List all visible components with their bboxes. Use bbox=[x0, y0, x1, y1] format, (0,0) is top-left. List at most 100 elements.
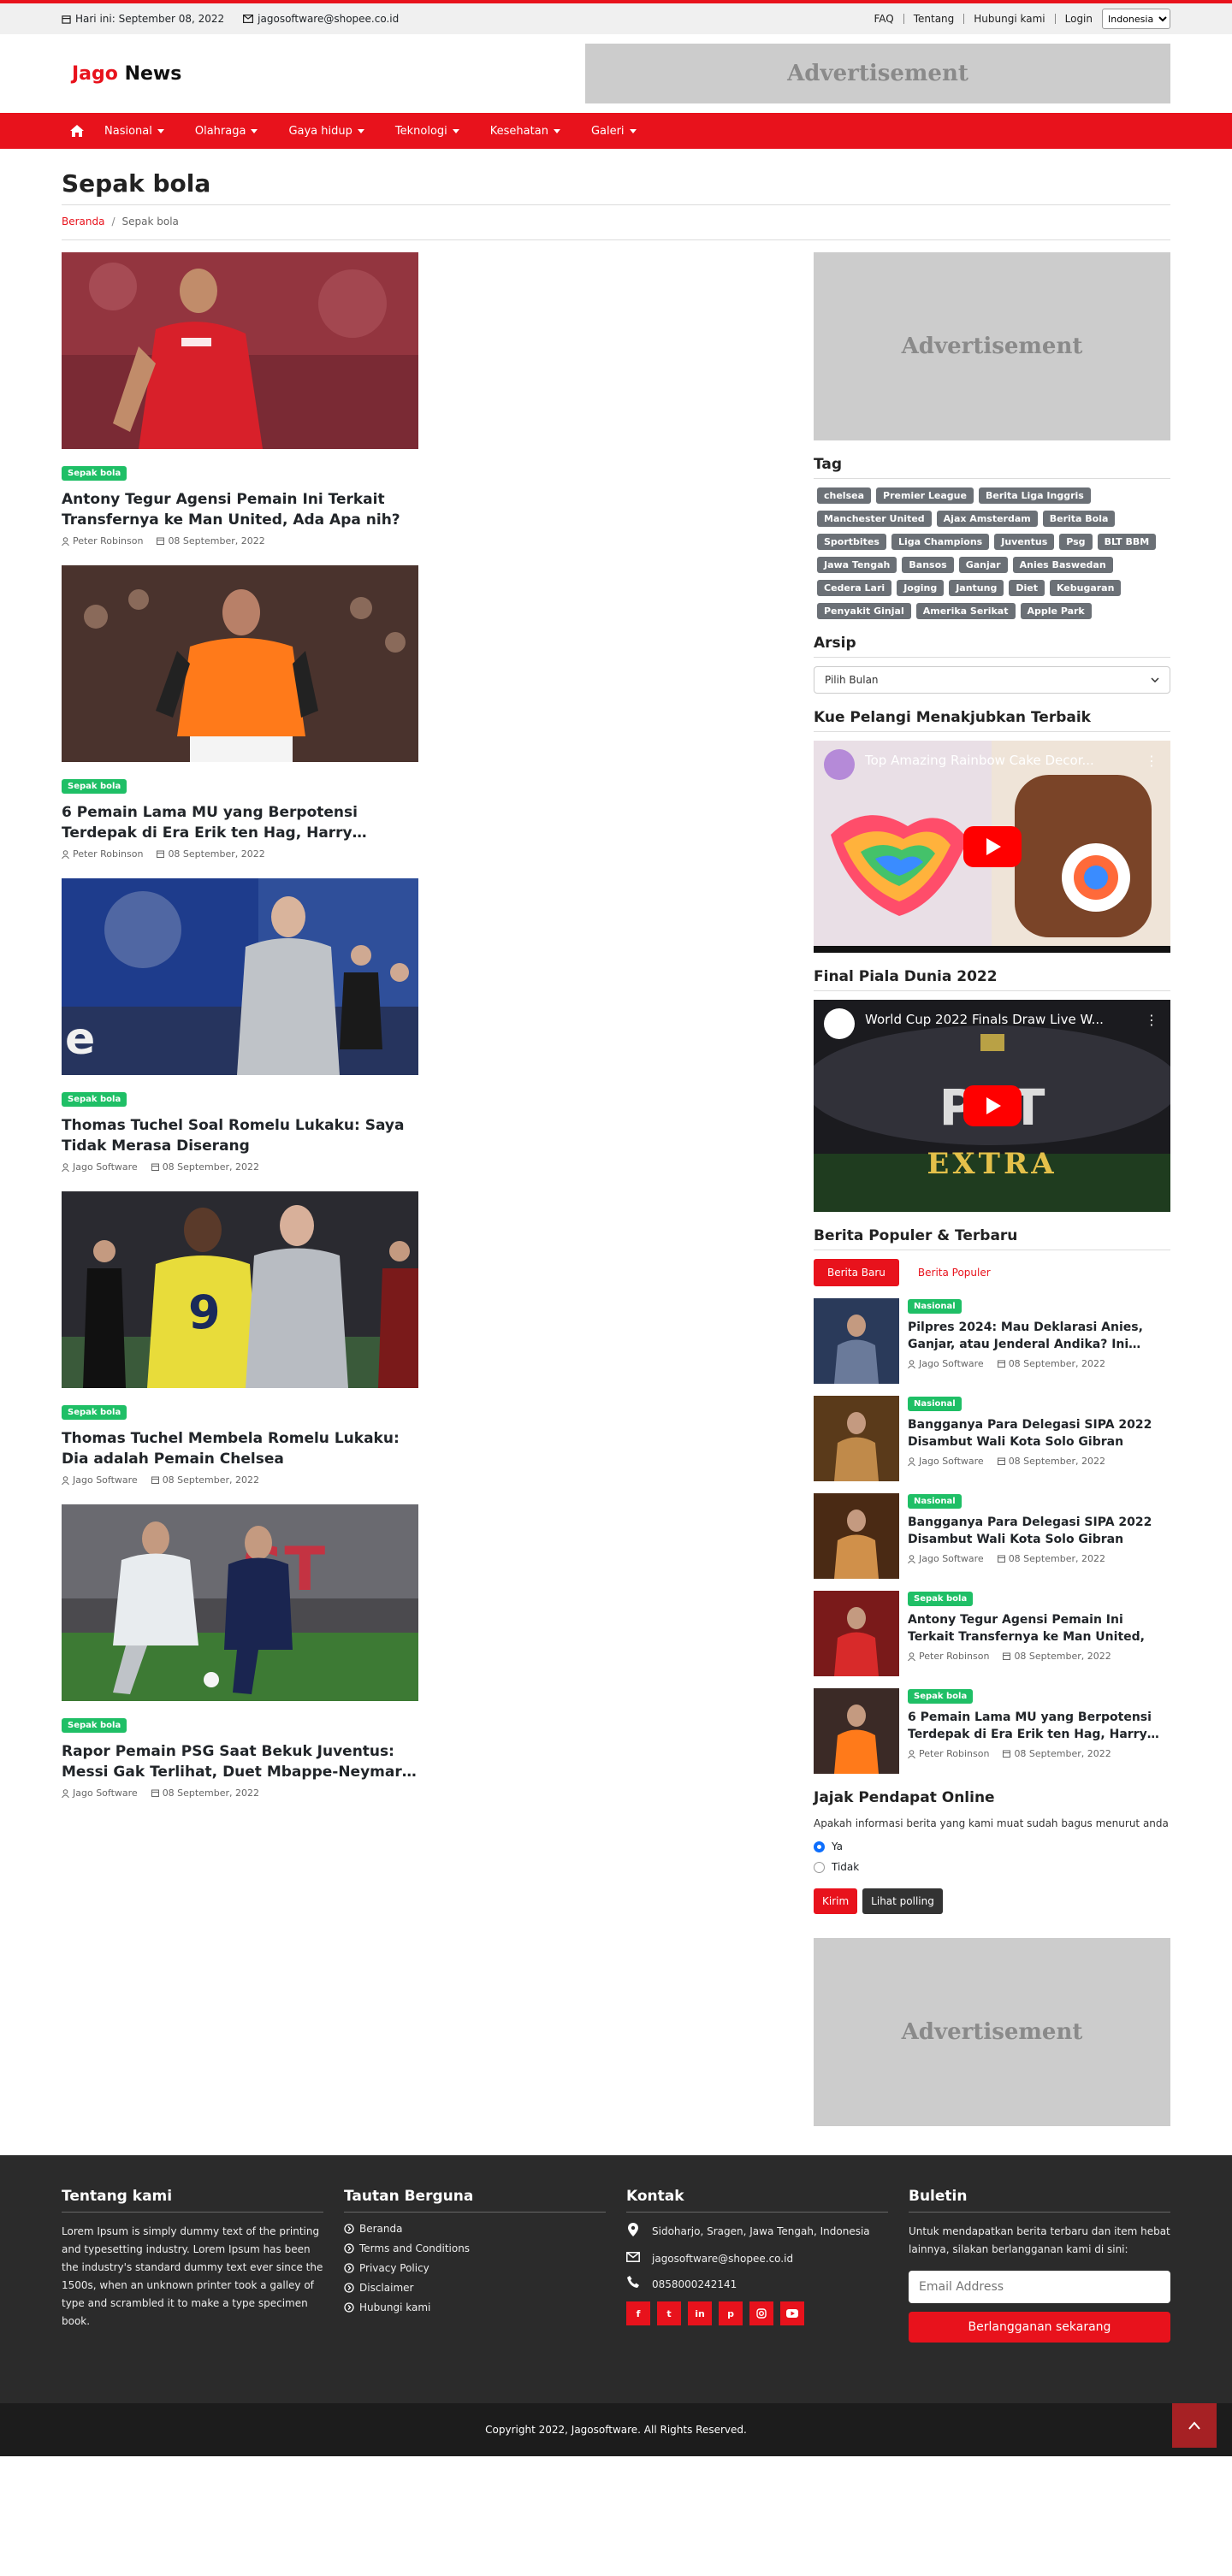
poll-submit-button[interactable]: Kirim bbox=[814, 1888, 858, 1914]
popular-news-title[interactable]: Bangganya Para Delegasi SIPA 2022 Disamb… bbox=[908, 1416, 1170, 1450]
tag-item[interactable]: Apple Park bbox=[1020, 603, 1092, 619]
breadcrumb-home[interactable]: Beranda bbox=[62, 216, 104, 227]
popular-news-thumbnail[interactable] bbox=[814, 1591, 899, 1676]
video-title[interactable]: Top Amazing Rainbow Cake Decor... bbox=[865, 753, 1094, 768]
article-thumbnail[interactable]: ST bbox=[62, 1504, 418, 1701]
category-badge[interactable]: Sepak bola bbox=[908, 1689, 974, 1704]
tag-item[interactable]: Berita Bola bbox=[1042, 511, 1116, 527]
category-badge[interactable]: Sepak bola bbox=[62, 1092, 127, 1107]
video-player[interactable]: World Cup 2022 Finals Draw Live W... ⋮ P… bbox=[814, 1000, 1170, 1212]
nav-item-olahraga[interactable]: Olahraga bbox=[195, 125, 258, 138]
tag-item[interactable]: Psg bbox=[1059, 534, 1093, 550]
back-to-top-button[interactable] bbox=[1172, 2403, 1217, 2448]
footer-email[interactable]: jagosoftware@shopee.co.id bbox=[626, 2250, 888, 2267]
article-title[interactable]: Rapor Pemain PSG Saat Bekuk Juventus: Me… bbox=[62, 1741, 418, 1782]
channel-avatar[interactable] bbox=[824, 749, 855, 780]
popular-news-thumbnail[interactable] bbox=[814, 1493, 899, 1579]
video-title[interactable]: World Cup 2022 Finals Draw Live W... bbox=[865, 1012, 1104, 1027]
radio-selected[interactable] bbox=[814, 1840, 825, 1852]
article-card[interactable]: Sepak bola 6 Pemain Lama MU yang Berpote… bbox=[62, 565, 418, 860]
footer-phone[interactable]: 0858000242141 bbox=[626, 2276, 888, 2293]
article-title[interactable]: 6 Pemain Lama MU yang Berpotensi Terdepa… bbox=[62, 802, 418, 843]
nav-home-button[interactable] bbox=[65, 125, 89, 137]
tag-item[interactable]: Manchester United bbox=[817, 511, 932, 527]
tag-item[interactable]: Penyakit Ginjal bbox=[817, 603, 911, 619]
popular-news-item[interactable]: Nasional Bangganya Para Delegasi SIPA 202… bbox=[814, 1493, 1170, 1579]
more-options-icon[interactable]: ⋮ bbox=[1145, 1012, 1158, 1028]
nav-item-nasional[interactable]: Nasional bbox=[104, 125, 164, 138]
video-player[interactable]: Top Amazing Rainbow Cake Decor... ⋮ bbox=[814, 741, 1170, 953]
category-badge[interactable]: Nasional bbox=[908, 1494, 962, 1509]
article-thumbnail[interactable]: e bbox=[62, 878, 418, 1075]
popular-news-thumbnail[interactable] bbox=[814, 1688, 899, 1774]
tag-item[interactable]: Jantung bbox=[949, 580, 1004, 596]
tag-item[interactable]: Diet bbox=[1009, 580, 1045, 596]
tag-item[interactable]: chelsea bbox=[817, 487, 872, 504]
topbar-link-contact[interactable]: Hubungi kami bbox=[964, 14, 1056, 24]
popular-news-item[interactable]: Sepak bola Antony Tegur Agensi Pemain Ini… bbox=[814, 1591, 1170, 1676]
site-logo[interactable]: Jago News bbox=[72, 63, 181, 85]
poll-option-yes[interactable]: Ya bbox=[814, 1840, 1170, 1852]
article-title[interactable]: Antony Tegur Agensi Pemain Ini Terkait T… bbox=[62, 489, 418, 530]
popular-news-item[interactable]: Nasional Bangganya Para Delegasi SIPA 202… bbox=[814, 1396, 1170, 1481]
tag-item[interactable]: Jawa Tengah bbox=[817, 557, 897, 573]
sidebar-advertisement[interactable]: Advertisement bbox=[814, 252, 1170, 440]
article-title[interactable]: Thomas Tuchel Membela Romelu Lukaku: Dia… bbox=[62, 1428, 418, 1469]
tag-item[interactable]: Berita Liga Inggris bbox=[978, 487, 1091, 504]
footer-link[interactable]: Beranda bbox=[344, 2223, 606, 2235]
nav-item-teknologi[interactable]: Teknologi bbox=[395, 125, 459, 138]
topbar-link-about[interactable]: Tentang bbox=[904, 14, 965, 24]
tag-item[interactable]: Juventus bbox=[994, 534, 1055, 550]
newsletter-email-input[interactable] bbox=[909, 2271, 1170, 2303]
popular-news-item[interactable]: Nasional Pilpres 2024: Mau Deklarasi Anie… bbox=[814, 1298, 1170, 1384]
sidebar-advertisement-bottom[interactable]: Advertisement bbox=[814, 1938, 1170, 2126]
play-button[interactable] bbox=[962, 826, 1022, 867]
tag-item[interactable]: BLT BBM bbox=[1097, 534, 1157, 550]
article-card[interactable]: 9 Sepak bola Thomas Tuchel Membela Romel… bbox=[62, 1191, 418, 1486]
article-card[interactable]: e Sepak bola Thomas Tuchel Soal Romelu L… bbox=[62, 878, 418, 1173]
tag-item[interactable]: Anies Baswedan bbox=[1012, 557, 1113, 573]
article-thumbnail[interactable] bbox=[62, 565, 418, 762]
tag-item[interactable]: Bansos bbox=[902, 557, 954, 573]
pinterest-icon[interactable]: p bbox=[719, 2301, 743, 2325]
category-badge[interactable]: Sepak bola bbox=[62, 779, 127, 794]
channel-avatar[interactable] bbox=[824, 1008, 855, 1039]
poll-view-button[interactable]: Lihat polling bbox=[862, 1888, 943, 1914]
linkedin-icon[interactable]: in bbox=[688, 2301, 712, 2325]
nav-item-kesehatan[interactable]: Kesehatan bbox=[490, 125, 560, 138]
radio-unselected[interactable] bbox=[814, 1861, 825, 1873]
nav-item-gaya-hidup[interactable]: Gaya hidup bbox=[288, 125, 364, 138]
tag-item[interactable]: Ajax Amsterdam bbox=[936, 511, 1038, 527]
youtube-icon[interactable] bbox=[780, 2301, 804, 2325]
tab-popular-news[interactable]: Berita Populer bbox=[904, 1259, 1004, 1286]
tag-item[interactable]: Amerika Serikat bbox=[915, 603, 1016, 619]
footer-link[interactable]: Terms and Conditions bbox=[344, 2242, 606, 2254]
article-thumbnail[interactable] bbox=[62, 252, 418, 449]
article-title[interactable]: Thomas Tuchel Soal Romelu Lukaku: Saya T… bbox=[62, 1115, 418, 1156]
popular-news-item[interactable]: Sepak bola 6 Pemain Lama MU yang Berpoten… bbox=[814, 1688, 1170, 1774]
popular-news-title[interactable]: Antony Tegur Agensi Pemain Ini Terkait T… bbox=[908, 1611, 1170, 1645]
footer-link[interactable]: Privacy Policy bbox=[344, 2262, 606, 2274]
nav-item-galeri[interactable]: Galeri bbox=[591, 125, 637, 138]
tag-item[interactable]: Joging bbox=[897, 580, 945, 596]
popular-news-thumbnail[interactable] bbox=[814, 1298, 899, 1384]
category-badge[interactable]: Sepak bola bbox=[908, 1592, 974, 1606]
archive-select[interactable]: Pilih Bulan bbox=[814, 666, 1170, 694]
facebook-icon[interactable]: f bbox=[626, 2301, 650, 2325]
category-badge[interactable]: Nasional bbox=[908, 1397, 962, 1411]
popular-news-title[interactable]: 6 Pemain Lama MU yang Berpotensi Terdepa… bbox=[908, 1709, 1170, 1743]
twitter-icon[interactable]: t bbox=[657, 2301, 681, 2325]
poll-option-no[interactable]: Tidak bbox=[814, 1861, 1170, 1873]
topbar-email[interactable]: jagosoftware@shopee.co.id bbox=[243, 13, 399, 25]
instagram-icon[interactable] bbox=[749, 2301, 773, 2325]
tag-item[interactable]: Ganjar bbox=[958, 557, 1008, 573]
tag-item[interactable]: Sportbites bbox=[817, 534, 886, 550]
language-select[interactable]: Indonesia bbox=[1102, 9, 1170, 29]
more-options-icon[interactable]: ⋮ bbox=[1145, 753, 1158, 769]
tag-item[interactable]: Premier League bbox=[876, 487, 974, 504]
tab-latest-news[interactable]: Berita Baru bbox=[814, 1259, 899, 1286]
category-badge[interactable]: Sepak bola bbox=[62, 1405, 127, 1420]
header-advertisement[interactable]: Advertisement bbox=[585, 44, 1170, 103]
article-card[interactable]: Sepak bola Antony Tegur Agensi Pemain In… bbox=[62, 252, 418, 547]
tag-item[interactable]: Cedera Lari bbox=[817, 580, 892, 596]
